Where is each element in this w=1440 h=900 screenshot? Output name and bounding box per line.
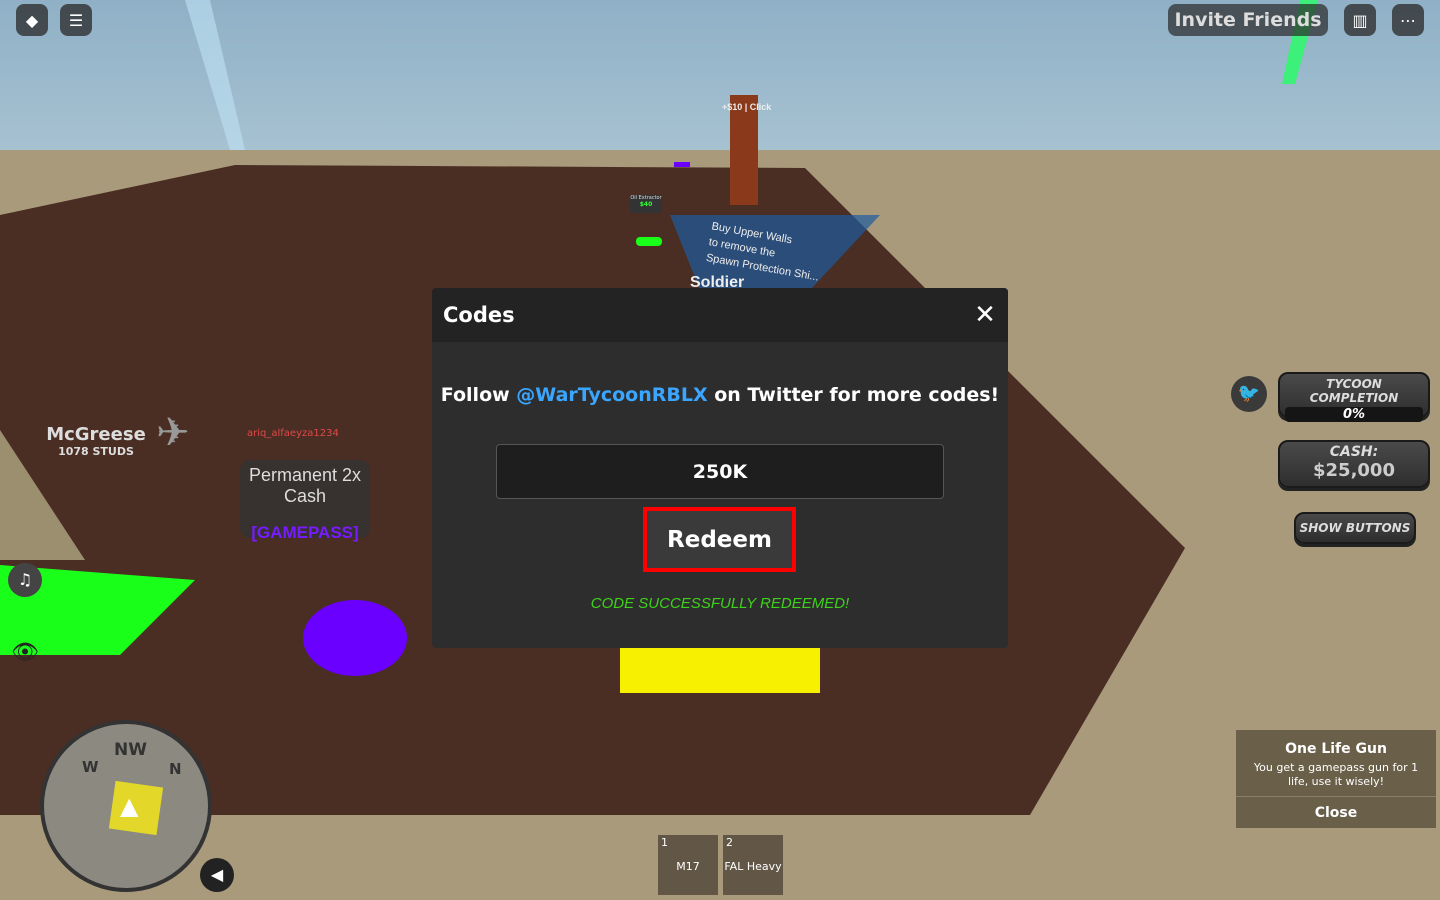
- status-message: CODE SUCCESSFULLY REDEEMED!: [590, 595, 850, 612]
- hotbar-slot[interactable]: 2 FAL Heavy: [723, 835, 783, 895]
- minimap-label: W: [82, 758, 99, 776]
- light-beam: [185, 0, 245, 150]
- redeem-button[interactable]: Redeem: [643, 507, 796, 572]
- follow-text: Follow @WarTycoonRBLX on Twitter for mor…: [432, 384, 1008, 406]
- twitter-handle-link[interactable]: @WarTycoonRBLX: [516, 384, 707, 406]
- oil-extractor-tag: Oil Extractor $40: [630, 195, 662, 213]
- cash-label: CASH:: [1329, 444, 1379, 460]
- chat-icon[interactable]: ☰: [60, 4, 92, 36]
- oil-price: $40: [639, 201, 653, 208]
- info-close-button[interactable]: Close: [1236, 796, 1436, 828]
- more-icon[interactable]: ⋯: [1392, 4, 1424, 36]
- yellow-pad: [620, 645, 820, 693]
- slot-key: 1: [661, 836, 668, 849]
- gamepass-title: Permanent 2x Cash: [248, 465, 362, 506]
- modal-title: Codes: [443, 303, 515, 327]
- click-label: +$10 | Click: [722, 102, 772, 112]
- hotbar-slot[interactable]: 1 M17: [658, 835, 718, 895]
- cash-display: CASH: $25,000: [1278, 440, 1430, 488]
- gamepass-sign: Permanent 2x Cash [GAMEPASS]: [240, 460, 370, 542]
- modal-header: Codes: [432, 288, 1008, 342]
- roblox-logo-icon[interactable]: ◆: [16, 4, 48, 36]
- player-arrow-icon: ▲: [120, 792, 139, 820]
- gamepass-tag: [GAMEPASS]: [251, 523, 359, 542]
- show-buttons-button[interactable]: SHOW BUTTONS: [1294, 512, 1416, 544]
- eye-icon[interactable]: 👁: [8, 640, 42, 668]
- green-button: [636, 237, 662, 246]
- purple-pad: [303, 600, 407, 676]
- info-panel: One Life Gun You get a gamepass gun for …: [1236, 730, 1436, 828]
- other-player-name: ariq_alfaeyza1234: [247, 428, 339, 439]
- tycoon-label: TYCOON COMPLETION: [1309, 377, 1399, 405]
- minimap-label: N: [169, 760, 182, 778]
- player-distance: 1078 STUDS: [58, 445, 134, 458]
- minimap-label: NW: [114, 740, 147, 760]
- slot-key: 2: [726, 836, 733, 849]
- slot-name: FAL Heavy: [724, 860, 782, 873]
- info-desc: You get a gamepass gun for 1 life, use i…: [1253, 761, 1419, 788]
- player-nametag: McGreese 1078 STUDS: [40, 424, 152, 458]
- player-name: McGreese: [46, 424, 146, 445]
- tycoon-value: 0%: [1342, 407, 1366, 422]
- info-title: One Life Gun: [1285, 741, 1387, 757]
- follow-prefix: Follow: [440, 384, 517, 406]
- close-icon[interactable]: ✕: [972, 302, 998, 328]
- code-input[interactable]: [496, 444, 944, 499]
- tycoon-progress-bar: 0%: [1285, 407, 1423, 422]
- music-icon[interactable]: ♫: [8, 563, 42, 597]
- airplane-icon: ✈: [156, 410, 190, 456]
- twitter-icon[interactable]: 🐦: [1231, 376, 1267, 412]
- codes-modal: Codes ✕ Follow @WarTycoonRBLX on Twitter…: [432, 288, 1008, 648]
- minimap[interactable]: NW W N ▲: [40, 720, 212, 892]
- invite-friends-button[interactable]: Invite Friends: [1168, 4, 1328, 36]
- collapse-minimap-icon[interactable]: ◀: [200, 858, 234, 892]
- purple-button: [674, 162, 690, 167]
- tycoon-completion: TYCOON COMPLETION 0%: [1278, 372, 1430, 422]
- slot-name: M17: [676, 860, 700, 873]
- cash-value: $25,000: [1313, 460, 1395, 481]
- follow-suffix: on Twitter for more codes!: [707, 384, 1000, 406]
- leaderboard-icon[interactable]: ▥: [1344, 4, 1376, 36]
